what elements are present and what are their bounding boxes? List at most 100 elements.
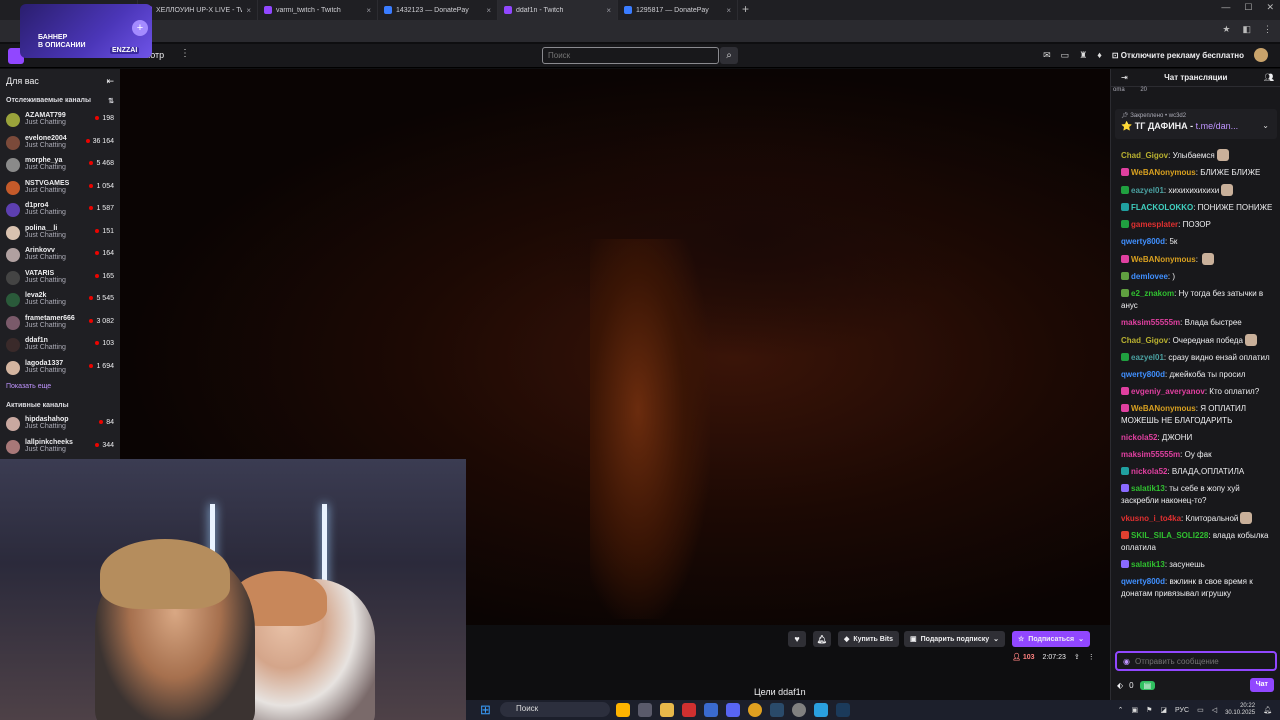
taskbar-chrome-icon[interactable]: [748, 703, 762, 717]
chat-username[interactable]: vkusno_i_to4ka: [1121, 514, 1181, 523]
prime-icon[interactable]: ♜: [1079, 50, 1087, 61]
taskbar-folder-icon[interactable]: [660, 703, 674, 717]
notifications-icon[interactable]: ♦: [1097, 50, 1102, 60]
sort-icon[interactable]: ⇅: [108, 97, 114, 105]
sidebar-channel[interactable]: lagoda1337 Just Chatting 1 694: [0, 357, 120, 380]
sidebar-channel[interactable]: frametamer666 Just Chatting 3 082: [0, 312, 120, 335]
taskbar-app-icon[interactable]: [616, 703, 630, 717]
tray-app-icon[interactable]: ▣: [1132, 706, 1139, 714]
network-icon[interactable]: ▭: [1197, 706, 1204, 714]
chat-badge-icon[interactable]: [1121, 272, 1129, 280]
sidebar-channel[interactable]: evelone2004 Just Chatting 36 164: [0, 132, 120, 155]
browser-tab[interactable]: 1432123 — DonatePay ×: [378, 0, 498, 20]
chat-badge-icon[interactable]: [1121, 404, 1129, 412]
inbox-icon[interactable]: ✉: [1043, 50, 1051, 61]
channel-points-icon[interactable]: ⬖: [1117, 681, 1123, 690]
chat-badge-icon[interactable]: [1121, 467, 1129, 475]
chevron-down-icon[interactable]: ⌄: [1262, 121, 1269, 130]
search-button[interactable]: ⌕: [720, 47, 738, 64]
minimize-icon[interactable]: ―: [1221, 2, 1230, 13]
chat-username[interactable]: WeBANonymous: [1131, 168, 1196, 177]
chat-badge-icon[interactable]: [1121, 255, 1129, 263]
chat-emote-icon[interactable]: [1240, 512, 1253, 524]
chat-username[interactable]: eazyel01: [1131, 186, 1164, 195]
chat-badge-icon[interactable]: [1121, 353, 1129, 361]
buy-bits-button[interactable]: ◆ Купить Bits: [838, 631, 899, 647]
chat-input[interactable]: [1115, 651, 1277, 671]
sidebar-channel[interactable]: NSTVGAMES Just Chatting 1 054: [0, 177, 120, 200]
share-icon[interactable]: ⇪: [1074, 653, 1080, 661]
sidebar-channel[interactable]: VATARIS Just Chatting 165: [0, 267, 120, 290]
chat-username[interactable]: salatik13: [1131, 560, 1165, 569]
browser-tab[interactable]: varmi_twitch - Twitch ×: [258, 0, 378, 20]
sidebar-channel[interactable]: ddaf1n Just Chatting 103: [0, 334, 120, 357]
collapse-chat-icon[interactable]: ⇥: [1121, 73, 1128, 82]
browser-tab[interactable]: ХЕЛЛОУИН UP-X LIVE - Twitch ×: [138, 0, 258, 20]
search-input[interactable]: [542, 47, 719, 64]
notifications-icon[interactable]: 🔔︎: [1263, 706, 1272, 714]
chat-username[interactable]: WeBANonymous: [1131, 255, 1196, 264]
chat-username[interactable]: eazyel01: [1131, 353, 1164, 362]
taskbar-app-icon[interactable]: [682, 703, 696, 717]
chat-emote-icon[interactable]: [1216, 149, 1229, 161]
tab-close-icon[interactable]: ×: [486, 6, 491, 15]
community-icon[interactable]: 👥︎: [1264, 73, 1274, 82]
chat-badge-icon[interactable]: [1121, 203, 1129, 211]
chat-emote-icon[interactable]: [1244, 334, 1257, 346]
language-indicator[interactable]: РУС: [1175, 707, 1189, 714]
chat-username[interactable]: gamesplater: [1131, 220, 1178, 229]
tab-close-icon[interactable]: ×: [366, 6, 371, 15]
tab-close-icon[interactable]: ×: [606, 6, 611, 15]
chat-username[interactable]: maksim55555m: [1121, 450, 1180, 459]
close-window-icon[interactable]: ✕: [1266, 2, 1274, 13]
sidebar-channel[interactable]: AZAMAT799 Just Chatting 198: [0, 109, 120, 132]
chat-identity-icon[interactable]: ◉: [1123, 657, 1130, 666]
chat-badge-icon[interactable]: [1121, 387, 1129, 395]
taskbar-app-icon[interactable]: [792, 703, 806, 717]
chat-badge-icon[interactable]: [1121, 186, 1129, 194]
chat-username[interactable]: e2_znakom: [1131, 289, 1174, 298]
chat-username[interactable]: WeBANonymous: [1131, 404, 1196, 413]
subscribe-button[interactable]: ☆ Подписаться ⌄: [1012, 631, 1090, 647]
chat-send-button[interactable]: Чат: [1249, 678, 1274, 692]
windows-start-icon[interactable]: ⊞: [480, 703, 493, 716]
chat-badge-icon[interactable]: [1121, 289, 1129, 297]
taskbar-steam-icon[interactable]: [770, 703, 784, 717]
chat-username[interactable]: qwerty800d: [1121, 577, 1165, 586]
browser-tab[interactable]: 1295817 — DonatePay ×: [618, 0, 738, 20]
taskbar-search[interactable]: Поиск: [500, 702, 610, 717]
taskbar-telegram-icon[interactable]: [814, 703, 828, 717]
chat-emote-icon[interactable]: [1221, 184, 1234, 196]
taskbar-steam-icon[interactable]: [836, 703, 850, 717]
chat-username[interactable]: Chad_Gigov: [1121, 151, 1168, 160]
tab-close-icon[interactable]: ×: [246, 6, 251, 15]
chat-badge-icon[interactable]: [1121, 484, 1129, 492]
chat-badge-icon[interactable]: [1121, 560, 1129, 568]
show-more-link[interactable]: Показать еще: [0, 379, 120, 396]
gift-sub-button[interactable]: ▣ Подарить подписку ⌄: [904, 631, 1005, 647]
chat-username[interactable]: nickola52: [1121, 433, 1157, 442]
clock[interactable]: 20:22 30.10.2025: [1225, 703, 1255, 717]
sidebar-channel[interactable]: d1pro4 Just Chatting 1 587: [0, 199, 120, 222]
user-avatar[interactable]: [1254, 48, 1268, 62]
taskbar-discord-icon[interactable]: [726, 703, 740, 717]
taskbar-app-icon[interactable]: [704, 703, 718, 717]
chat-username[interactable]: qwerty800d: [1121, 370, 1165, 379]
follow-button[interactable]: ♥: [788, 631, 806, 647]
bookmark-star-icon[interactable]: ★: [1222, 24, 1230, 35]
collapse-sidebar-icon[interactable]: ⇤: [106, 76, 114, 87]
ad-free-button[interactable]: ⊡ Отключите рекламу бесплатно: [1112, 51, 1244, 60]
chat-badge-icon[interactable]: [1121, 220, 1129, 228]
sidebar-channel[interactable]: morphe_ya Just Chatting 5 468: [0, 154, 120, 177]
chat-username[interactable]: Chad_Gigov: [1121, 336, 1168, 345]
notifications-bell-button[interactable]: 🔔︎: [813, 631, 831, 647]
chat-badge-icon[interactable]: [1121, 531, 1129, 539]
chat-username[interactable]: evgeniy_averyanov: [1131, 387, 1205, 396]
maximize-icon[interactable]: ☐: [1244, 2, 1252, 13]
whispers-icon[interactable]: ▭: [1061, 50, 1070, 61]
chat-emote-icon[interactable]: [1202, 253, 1215, 265]
tray-app-icon[interactable]: ◪: [1160, 706, 1167, 714]
sidebar-channel[interactable]: hipdashahop Just Chatting 84: [0, 413, 120, 436]
sidebar-channel[interactable]: polina__li Just Chatting 151: [0, 222, 120, 245]
pinned-message[interactable]: 📌︎ Закреплено • wc3d2 ⭐ ТГ ДАФИНА - t.me…: [1115, 109, 1277, 139]
